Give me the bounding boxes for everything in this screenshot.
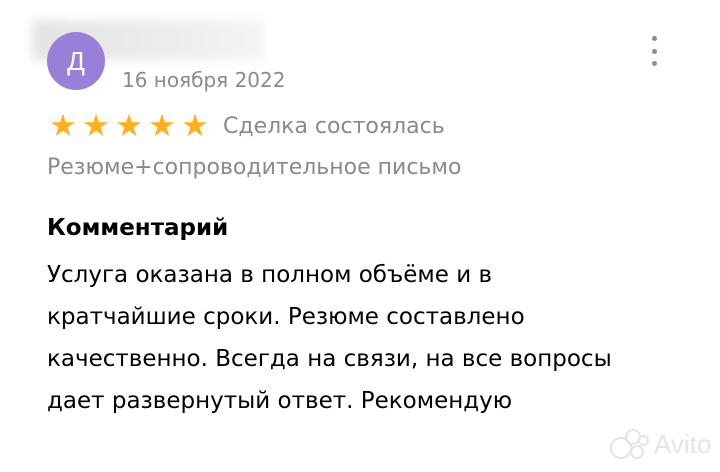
- avatar[interactable]: Д: [47, 32, 105, 90]
- review-date: 16 ноября 2022: [122, 68, 286, 92]
- avito-watermark-text: Avito: [654, 428, 712, 459]
- menu-dot: [651, 36, 657, 41]
- deal-status: Сделка состоялась: [223, 113, 445, 139]
- comment-heading: Комментарий: [47, 215, 229, 241]
- rating-stars: ★ ★ ★ ★ ★: [47, 109, 211, 143]
- service-name: Резюме+сопроводительное письмо: [47, 155, 462, 180]
- menu-dot: [651, 61, 657, 66]
- star-icon: ★: [82, 108, 110, 144]
- star-icon: ★: [148, 108, 176, 144]
- more-vertical-icon[interactable]: [643, 36, 665, 66]
- avito-watermark: Avito: [610, 424, 711, 464]
- star-icon: ★: [115, 108, 143, 144]
- menu-dot: [651, 48, 657, 54]
- comment-text: Услуга оказана в полном объёме и в кратч…: [47, 262, 612, 414]
- star-icon: ★: [181, 108, 209, 144]
- rating-row: ★ ★ ★ ★ ★ Сделка состоялась: [47, 109, 445, 143]
- avatar-letter: Д: [67, 45, 85, 76]
- avito-logo-icon: [610, 427, 649, 461]
- star-icon: ★: [49, 108, 77, 144]
